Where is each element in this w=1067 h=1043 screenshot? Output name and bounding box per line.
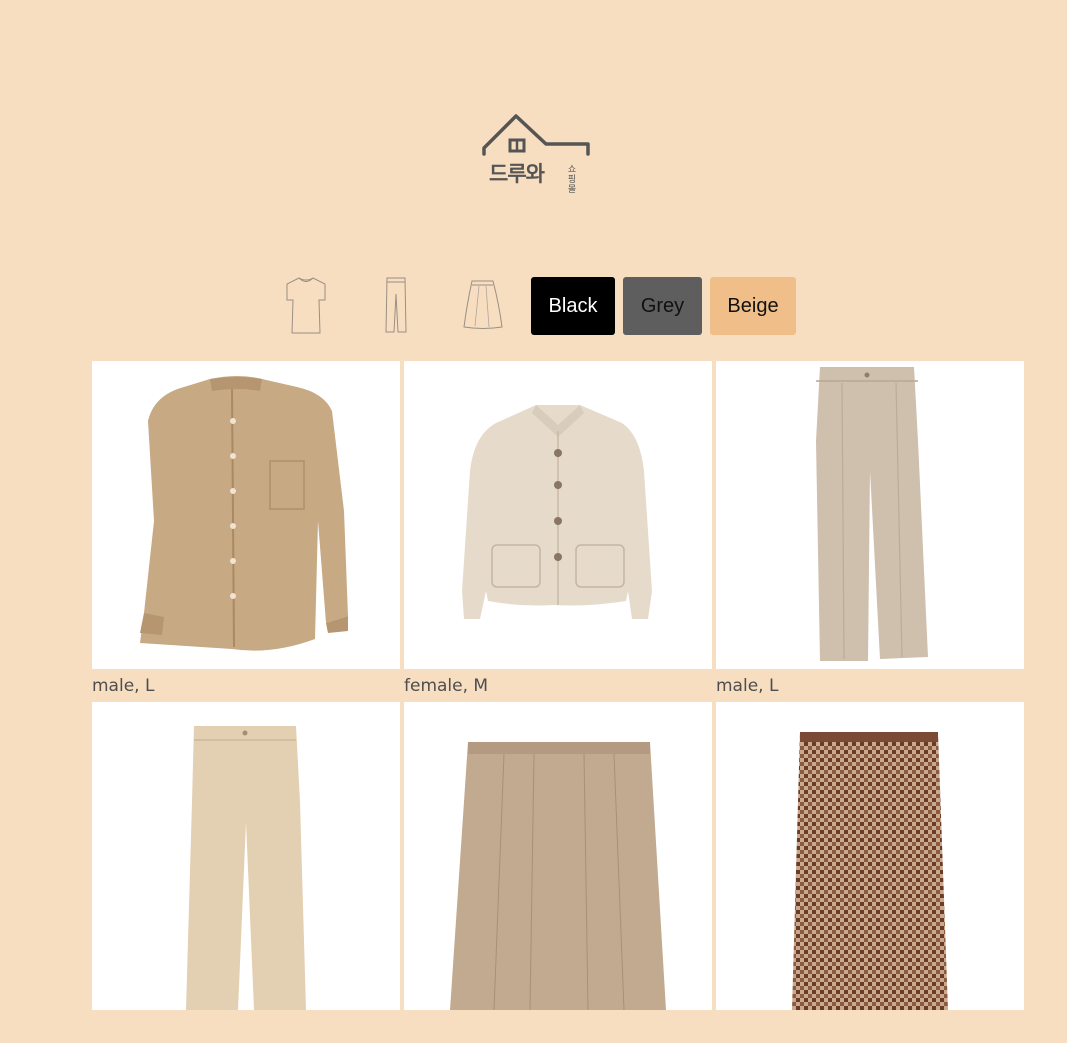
color-black-button[interactable]: Black (531, 277, 615, 335)
shirt-image (140, 376, 348, 651)
filter-toolbar: Black Grey Beige (0, 276, 1067, 336)
chino-pants-image (186, 726, 306, 1010)
jacket-image (462, 405, 652, 619)
product-caption: female, M (404, 676, 489, 696)
product-image[interactable] (716, 361, 1024, 669)
skirt-filter-button[interactable] (461, 276, 505, 335)
product-caption (92, 1010, 400, 1043)
logo-small-text: 쇼핑몰 (567, 165, 577, 195)
product-card[interactable]: female, M (404, 361, 712, 702)
check-shorts-image (792, 732, 948, 1010)
product-image[interactable] (404, 361, 712, 669)
skirt-icon (463, 280, 503, 329)
product-caption (716, 1010, 1024, 1043)
product-caption: male, L (716, 676, 779, 696)
product-card[interactable] (404, 702, 712, 1043)
color-grey-button[interactable]: Grey (623, 277, 702, 335)
trousers-image (816, 367, 928, 661)
color-beige-button[interactable]: Beige (710, 277, 796, 335)
product-card[interactable] (716, 702, 1024, 1043)
pleated-skirt-image (450, 742, 666, 1010)
product-card[interactable]: male, L (92, 361, 400, 702)
product-image[interactable] (92, 702, 400, 1010)
product-image[interactable] (716, 702, 1024, 1010)
pants-icon (385, 277, 407, 333)
product-caption: male, L (92, 676, 155, 696)
product-image[interactable] (92, 361, 400, 669)
tshirt-filter-button[interactable] (283, 276, 329, 335)
product-card[interactable]: male, L (716, 361, 1024, 702)
product-caption (404, 1010, 712, 1043)
house-icon (482, 114, 590, 156)
logo-text: 드루와 (489, 162, 545, 186)
product-card[interactable] (92, 702, 400, 1043)
tshirt-icon (286, 277, 326, 334)
brand-logo[interactable]: 드루와 쇼핑몰 (480, 110, 592, 195)
pants-filter-button[interactable] (381, 276, 411, 335)
product-image[interactable] (404, 702, 712, 1010)
